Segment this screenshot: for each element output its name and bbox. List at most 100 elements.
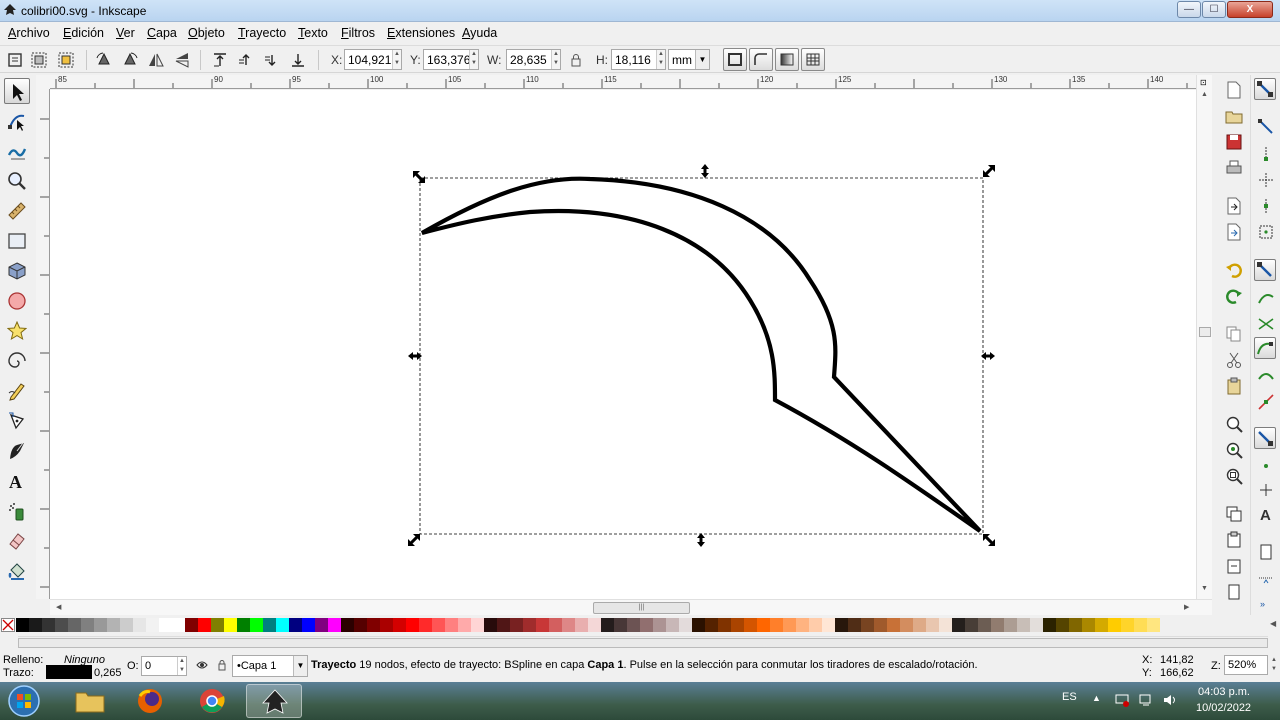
color-swatch[interactable] <box>29 618 42 632</box>
color-swatch[interactable] <box>224 618 237 632</box>
color-swatch[interactable] <box>94 618 107 632</box>
menu-texto[interactable]: Texto <box>298 26 328 40</box>
color-swatch[interactable] <box>263 618 276 632</box>
snap-intersection-icon[interactable] <box>1257 315 1275 333</box>
color-swatch[interactable] <box>1043 618 1056 632</box>
scroll-up-arrow[interactable]: ▲ <box>1201 91 1208 98</box>
taskbar-chrome[interactable] <box>184 684 240 718</box>
text-tool-button[interactable]: A <box>4 468 30 494</box>
duplicate-icon[interactable] <box>1225 505 1243 523</box>
color-swatch[interactable] <box>835 618 848 632</box>
vertical-ruler[interactable] <box>36 89 50 599</box>
taskbar-inkscape[interactable] <box>246 684 302 718</box>
vertical-scrollbar[interactable]: ⊡ ▲ ▼ <box>1196 75 1212 599</box>
x-field[interactable]: 104,921 ▲ ▼ <box>344 49 402 70</box>
snap-rotation-center-icon[interactable] <box>1257 481 1275 499</box>
print-icon[interactable] <box>1225 159 1243 177</box>
pencil-tool-button[interactable] <box>4 378 30 404</box>
selector-tool-button[interactable] <box>4 78 30 104</box>
color-swatch[interactable] <box>900 618 913 632</box>
lock-icon[interactable] <box>216 659 228 671</box>
color-swatch[interactable] <box>42 618 55 632</box>
color-swatch[interactable] <box>367 618 380 632</box>
color-swatch[interactable] <box>1056 618 1069 632</box>
snap-paths-icon[interactable] <box>1257 289 1275 307</box>
color-swatch[interactable] <box>991 618 1004 632</box>
color-swatch[interactable] <box>1134 618 1147 632</box>
node-tool-button[interactable] <box>4 108 30 134</box>
snap-object-center-icon[interactable] <box>1257 457 1275 475</box>
taskbar-firefox[interactable] <box>122 684 178 718</box>
color-swatch[interactable] <box>432 618 445 632</box>
snap-bbox-edge-icon[interactable] <box>1257 145 1275 163</box>
color-swatch[interactable] <box>523 618 536 632</box>
palette-scroll-thumb[interactable] <box>18 638 1268 648</box>
color-swatch[interactable] <box>211 618 224 632</box>
language-indicator[interactable]: ES <box>1062 691 1077 703</box>
menu-filtros[interactable]: Filtros <box>341 26 375 40</box>
snap-bbox-midpoint-icon[interactable] <box>1257 197 1275 215</box>
color-swatch[interactable] <box>939 618 952 632</box>
scale-stroke-button[interactable] <box>723 48 747 71</box>
unit-select[interactable]: mm ▼ <box>668 49 710 70</box>
select-all-icon[interactable] <box>5 50 25 70</box>
color-swatch[interactable] <box>718 618 731 632</box>
color-swatch[interactable] <box>406 618 419 632</box>
color-swatch[interactable] <box>354 618 367 632</box>
zoom-field[interactable]: 520% ▲ ▼ <box>1224 655 1277 675</box>
color-swatch[interactable] <box>1147 618 1160 632</box>
raise-to-top-icon[interactable] <box>210 50 230 70</box>
handle-bottom-right[interactable] <box>983 534 995 546</box>
network-icon[interactable] <box>1138 692 1154 708</box>
color-swatch[interactable] <box>172 618 185 632</box>
color-swatch[interactable] <box>146 618 159 632</box>
color-swatch[interactable] <box>575 618 588 632</box>
color-swatch[interactable] <box>965 618 978 632</box>
tweak-tool-button[interactable] <box>4 138 30 164</box>
h-field[interactable]: 18,116 ▲ ▼ <box>611 49 666 70</box>
drawing-canvas[interactable] <box>50 90 1196 599</box>
color-swatch[interactable] <box>380 618 393 632</box>
color-swatch[interactable] <box>874 618 887 632</box>
color-swatch[interactable] <box>809 618 822 632</box>
y-field[interactable]: 163,376 ▲ ▼ <box>423 49 479 70</box>
color-swatch[interactable] <box>822 618 835 632</box>
move-gradients-button[interactable] <box>775 48 799 71</box>
color-swatch[interactable] <box>68 618 81 632</box>
handle-top-middle[interactable] <box>701 164 709 178</box>
clock-date[interactable]: 10/02/2022 <box>1196 702 1251 714</box>
color-swatch[interactable] <box>341 618 354 632</box>
color-swatch[interactable] <box>796 618 809 632</box>
cut-icon[interactable] <box>1225 351 1243 369</box>
color-swatch[interactable] <box>679 618 692 632</box>
color-swatch[interactable] <box>848 618 861 632</box>
menu-extensiones[interactable]: Extensiones <box>387 26 455 40</box>
color-swatch[interactable] <box>497 618 510 632</box>
color-swatch[interactable] <box>445 618 458 632</box>
color-swatch[interactable] <box>1095 618 1108 632</box>
menu-edicion[interactable]: Edición <box>63 26 104 40</box>
zoom-page-icon[interactable] <box>1225 467 1243 485</box>
color-swatch[interactable] <box>133 618 146 632</box>
horizontal-ruler[interactable]: 85 90 95 100 105 110 115 120 125 130 135… <box>50 75 1196 89</box>
start-button[interactable] <box>4 682 44 720</box>
menu-ver[interactable]: Ver <box>116 26 135 40</box>
raise-icon[interactable] <box>236 50 256 70</box>
eraser-tool-button[interactable] <box>4 528 30 554</box>
color-swatch[interactable] <box>302 618 315 632</box>
3d-box-tool-button[interactable] <box>4 258 30 284</box>
color-swatch[interactable] <box>731 618 744 632</box>
menu-ayuda[interactable]: Ayuda <box>462 26 497 40</box>
close-button[interactable]: X <box>1227 1 1273 18</box>
color-swatch[interactable] <box>1082 618 1095 632</box>
zoom-fit-icon[interactable]: ⊡ <box>1200 78 1207 87</box>
snap-bbox-corner-icon[interactable] <box>1257 171 1275 189</box>
color-swatch[interactable] <box>562 618 575 632</box>
scroll-right-arrow[interactable]: ▶ <box>1184 603 1189 611</box>
color-swatch[interactable] <box>185 618 198 632</box>
snap-page-border-icon[interactable] <box>1257 543 1275 561</box>
stroke-width-value[interactable]: 0,265 <box>94 667 122 679</box>
rectangle-tool-button[interactable] <box>4 228 30 254</box>
spiral-tool-button[interactable] <box>4 348 30 374</box>
color-swatch[interactable] <box>328 618 341 632</box>
